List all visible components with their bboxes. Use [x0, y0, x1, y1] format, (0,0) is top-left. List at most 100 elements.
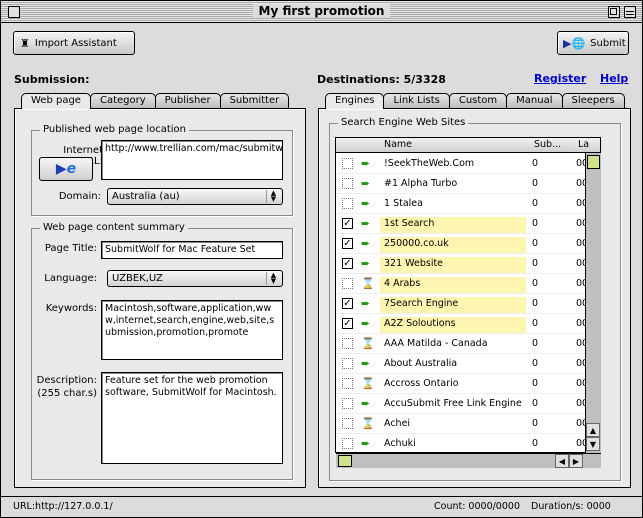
status-count: Count: 0000/0000: [434, 501, 520, 512]
popup-arrows-icon: ▲ ▼: [266, 190, 280, 203]
engine-name: AccuSubmit Free Link Engine: [384, 398, 522, 409]
engine-name: AAA Matilda - Canada: [384, 338, 488, 349]
engine-row[interactable]: ✓ ➨ 250000.co.uk 0 00: [336, 234, 600, 254]
language-select[interactable]: UZBEK,UZ ▲ ▼: [107, 270, 283, 287]
keywords-label: Keywords:: [45, 303, 97, 314]
engine-sub-count: 0: [532, 318, 539, 329]
browser-icon: ▶e: [55, 161, 77, 177]
column-last[interactable]: La: [578, 139, 589, 150]
column-name[interactable]: Name: [384, 139, 412, 150]
domain-value: Australia (au): [112, 191, 180, 202]
tab-web-page[interactable]: Web page: [21, 93, 91, 109]
engine-row[interactable]: ➨ 1 Stalea 0 00: [336, 194, 600, 214]
engine-name: A2Z Soloutions: [380, 317, 526, 333]
internet-url-field[interactable]: http://www.trellian.com/mac/submitwolf/i…: [101, 140, 283, 180]
engine-checkbox[interactable]: [342, 398, 353, 409]
submit-icon: ▶🌐: [563, 36, 586, 50]
scroll-up-arrow-icon[interactable]: ▲: [586, 423, 600, 437]
submission-panel: Published web page location Internet URL…: [14, 108, 306, 488]
title-bar[interactable]: My first promotion: [1, 1, 642, 23]
keywords-field[interactable]: Macintosh,software,application,www,inter…: [101, 300, 283, 360]
engine-checkbox[interactable]: [342, 338, 353, 349]
collapse-box[interactable]: [624, 6, 636, 18]
help-link[interactable]: Help: [600, 72, 628, 85]
engine-checkbox[interactable]: [342, 378, 353, 389]
status-bar: URL:http://127.0.0.1/ Count: 0000/0000 D…: [1, 496, 642, 517]
engine-checkbox[interactable]: ✓: [342, 258, 353, 269]
engine-row[interactable]: ➨ About Australia 0 00: [336, 354, 600, 374]
app-window: My first promotion ♜ Import Assistant ▶🌐…: [0, 0, 643, 518]
scroll-left-arrow-icon[interactable]: ◀: [555, 454, 569, 468]
engine-row[interactable]: ✓ ➨ 7Search Engine 0 00: [336, 294, 600, 314]
engine-row[interactable]: ✓ ➨ 1st Search 0 00: [336, 214, 600, 234]
tab-category[interactable]: Category: [89, 93, 156, 108]
engine-row[interactable]: ✓ ➨ 321 Website 0 00: [336, 254, 600, 274]
engine-checkbox[interactable]: ✓: [342, 318, 353, 329]
description-field[interactable]: Feature set for the web promotion softwa…: [101, 372, 283, 464]
register-link[interactable]: Register: [534, 72, 586, 85]
engine-row[interactable]: ➨ !SeekTheWeb.Com 0 00: [336, 154, 600, 174]
list-header: Name Sub... La: [336, 138, 600, 153]
zoom-box[interactable]: [608, 6, 620, 18]
vertical-scroll-thumb[interactable]: [587, 155, 600, 169]
engine-checkbox[interactable]: ✓: [342, 298, 353, 309]
tab-manual[interactable]: Manual: [506, 93, 563, 108]
close-box[interactable]: [8, 6, 20, 18]
description-sub-label: (255 char.s): [37, 388, 97, 399]
arrow-icon: ➨: [361, 317, 371, 330]
engine-sub-count: 0: [532, 358, 539, 369]
arrow-icon: ➨: [361, 217, 371, 230]
engine-row[interactable]: ⌛ 4 Arabs 0 00: [336, 274, 600, 294]
horizontal-scroll-thumb[interactable]: [338, 455, 352, 467]
engine-sub-count: 0: [532, 258, 539, 269]
horizontal-scrollbar[interactable]: ◀ ▶: [336, 453, 601, 468]
engine-checkbox[interactable]: [342, 178, 353, 189]
engine-name: 1st Search: [380, 217, 526, 233]
engine-sub-count: 0: [532, 238, 539, 249]
engine-row[interactable]: ➨ AccuSubmit Free Link Engine 0 00: [336, 394, 600, 414]
engine-row[interactable]: ➨ Achuki 0 00: [336, 434, 600, 452]
vertical-scrollbar[interactable]: ▲ ▼: [585, 153, 601, 453]
scroll-right-arrow-icon[interactable]: ▶: [569, 454, 583, 468]
engine-checkbox[interactable]: ✓: [342, 218, 353, 229]
domain-select[interactable]: Australia (au) ▲ ▼: [107, 188, 283, 205]
engine-name: Achuki: [384, 438, 416, 449]
engine-row[interactable]: ➨ #1 Alpha Turbo 0 00: [336, 174, 600, 194]
submission-tabs: Web page Category Publisher Submitter: [21, 93, 290, 109]
engine-name: Achei: [384, 418, 411, 429]
engine-sub-count: 0: [532, 438, 539, 449]
status-duration: Duration/s: 0000: [531, 501, 611, 512]
tab-submitter[interactable]: Submitter: [219, 93, 290, 108]
submission-heading: Submission:: [14, 73, 90, 86]
tab-custom[interactable]: Custom: [448, 93, 508, 108]
engine-checkbox[interactable]: ✓: [342, 238, 353, 249]
scroll-down-arrow-icon[interactable]: ▼: [586, 437, 600, 451]
tab-engines[interactable]: Engines: [325, 93, 385, 109]
hourglass-icon: ⌛: [361, 417, 375, 430]
engine-sub-count: 0: [532, 378, 539, 389]
open-in-browser-button[interactable]: ▶e: [39, 157, 93, 181]
page-title-field[interactable]: SubmitWolf for Mac Feature Set: [101, 241, 283, 259]
engine-checkbox[interactable]: [342, 278, 353, 289]
description-label: Description:: [36, 375, 97, 386]
engine-row[interactable]: ⌛ AAA Matilda - Canada 0 00: [336, 334, 600, 354]
wolf-icon: ♜: [20, 36, 30, 50]
engine-row[interactable]: ✓ ➨ A2Z Soloutions 0 00: [336, 314, 600, 334]
engine-row[interactable]: ⌛ Achei 0 00: [336, 414, 600, 434]
column-sub[interactable]: Sub...: [534, 139, 561, 150]
engine-checkbox[interactable]: [342, 198, 353, 209]
import-assistant-button[interactable]: ♜ Import Assistant: [13, 31, 135, 55]
engine-sub-count: 0: [532, 198, 539, 209]
tab-link-lists[interactable]: Link Lists: [383, 93, 450, 108]
search-engines-group-title: Search Engine Web Sites: [338, 117, 469, 128]
tab-sleepers[interactable]: Sleepers: [561, 93, 625, 108]
engine-checkbox[interactable]: [342, 418, 353, 429]
engine-checkbox[interactable]: [342, 158, 353, 169]
engine-checkbox[interactable]: [342, 438, 353, 449]
engine-checkbox[interactable]: [342, 358, 353, 369]
status-url: URL:http://127.0.0.1/: [13, 501, 113, 512]
tab-publisher[interactable]: Publisher: [154, 93, 221, 108]
engine-name: About Australia: [384, 358, 458, 369]
engine-row[interactable]: ⌛ Accross Ontario 0 00: [336, 374, 600, 394]
submit-button[interactable]: ▶🌐 Submit: [557, 31, 629, 55]
